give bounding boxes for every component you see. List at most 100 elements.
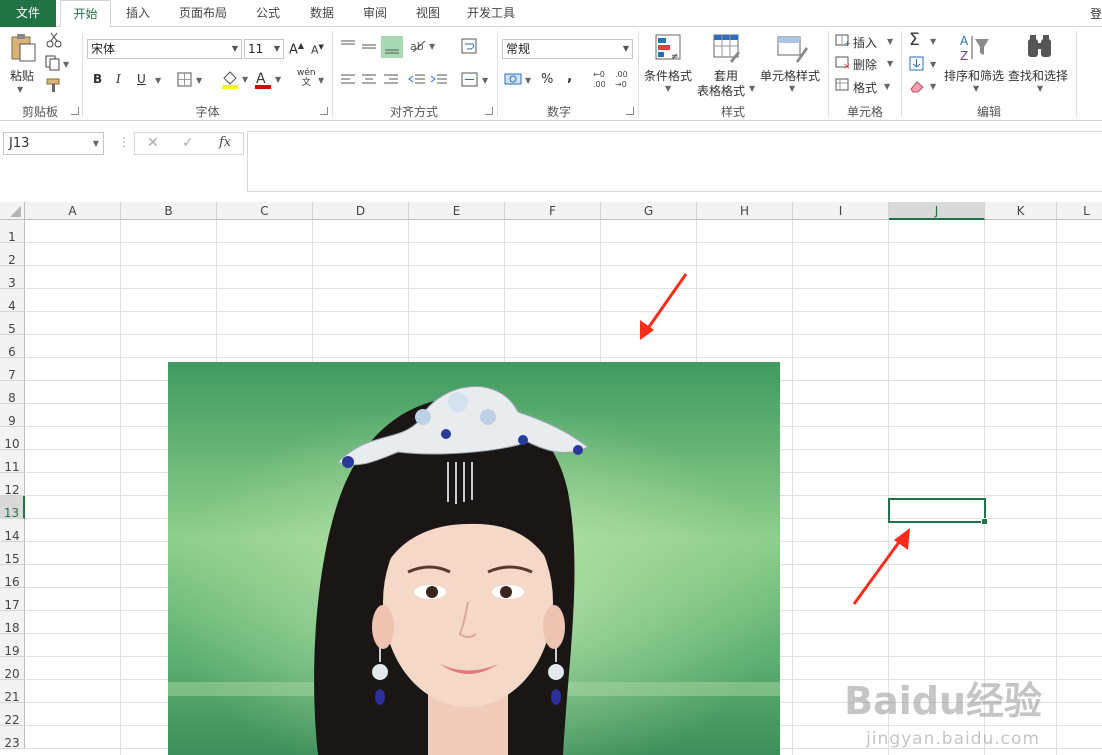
insert-cells-icon[interactable]: + (835, 34, 851, 51)
row-header-3[interactable]: 3 (0, 266, 25, 290)
column-header-a[interactable]: A (25, 202, 121, 220)
row-header-12[interactable]: 12 (0, 473, 25, 497)
delete-cells-dropdown-icon[interactable]: ▼ (887, 59, 893, 68)
format-as-table-dropdown-icon[interactable]: ▼ (749, 84, 755, 93)
selected-cell-j13[interactable] (888, 498, 988, 525)
row-header-10[interactable]: 10 (0, 427, 25, 451)
row-header-22[interactable]: 22 (0, 703, 25, 727)
format-as-table-icon[interactable] (712, 33, 742, 66)
row-header-19[interactable]: 19 (0, 634, 25, 658)
number-format-select[interactable]: 常规 ▼ (502, 39, 633, 59)
font-size-select[interactable]: 11 ▼ (244, 39, 284, 59)
font-launcher-icon[interactable] (320, 107, 328, 115)
insert-function-icon[interactable]: fx (219, 135, 231, 150)
delete-cells-label[interactable]: 删除 (853, 56, 877, 73)
italic-button[interactable]: I (116, 72, 121, 86)
find-select-dropdown-icon[interactable]: ▼ (1037, 84, 1043, 93)
bold-button[interactable]: B (93, 72, 102, 86)
increase-indent-icon[interactable] (430, 72, 448, 91)
tab-insert[interactable]: 插入 (114, 0, 162, 27)
increase-decimal-icon[interactable]: ←0.00 (592, 69, 612, 92)
row-header-11[interactable]: 11 (0, 450, 25, 474)
row-header-5[interactable]: 5 (0, 312, 25, 336)
sort-filter-label[interactable]: 排序和筛选 (944, 67, 1004, 84)
column-header-b[interactable]: B (121, 202, 217, 220)
row-header-9[interactable]: 9 (0, 404, 25, 428)
percent-style-button[interactable]: % (541, 72, 553, 87)
find-select-label[interactable]: 查找和选择 (1008, 67, 1068, 84)
tab-page-layout[interactable]: 页面布局 (170, 0, 236, 27)
decrease-font-size-icon[interactable]: A▼ (311, 43, 324, 57)
tab-developer[interactable]: 开发工具 (458, 0, 524, 27)
cell-styles-dropdown-icon[interactable]: ▼ (789, 84, 795, 93)
format-cells-dropdown-icon[interactable]: ▼ (884, 82, 890, 91)
column-header-k[interactable]: K (985, 202, 1057, 220)
tab-review[interactable]: 审阅 (351, 0, 399, 27)
autosum-icon[interactable]: Σ (909, 30, 920, 50)
delete-cells-icon[interactable]: × (835, 56, 851, 73)
row-header-8[interactable]: 8 (0, 381, 25, 405)
tab-file[interactable]: 文件 (0, 0, 56, 27)
tab-formulas[interactable]: 公式 (244, 0, 292, 27)
underline-button[interactable]: U (137, 72, 146, 86)
row-header-1[interactable]: 1 (0, 220, 25, 244)
column-header-h[interactable]: H (697, 202, 793, 220)
tab-home[interactable]: 开始 (60, 0, 111, 28)
row-header-17[interactable]: 17 (0, 588, 25, 612)
phonetic-dropdown-icon[interactable]: ▼ (318, 76, 324, 85)
find-select-icon[interactable] (1025, 33, 1055, 66)
column-header-d[interactable]: D (313, 202, 409, 220)
font-color-icon[interactable]: A ▼ (253, 69, 283, 92)
column-header-f[interactable]: F (505, 202, 601, 220)
column-header-g[interactable]: G (601, 202, 697, 220)
conditional-formatting-icon[interactable]: ≠ (654, 33, 684, 66)
format-painter-icon[interactable] (45, 77, 63, 96)
row-header-6[interactable]: 6 (0, 335, 25, 359)
row-header-14[interactable]: 14 (0, 519, 25, 543)
sort-filter-dropdown-icon[interactable]: ▼ (973, 84, 979, 93)
wrap-text-icon[interactable] (461, 38, 479, 59)
fill-color-icon[interactable]: ▼ (220, 69, 250, 92)
increase-font-size-icon[interactable]: A▲ (289, 41, 304, 57)
insert-cells-dropdown-icon[interactable]: ▼ (887, 37, 893, 46)
select-all-button[interactable] (0, 202, 25, 220)
cut-icon[interactable] (46, 32, 62, 51)
clear-icon[interactable] (909, 79, 925, 96)
paste-dropdown-icon[interactable]: ▼ (17, 85, 23, 94)
format-as-table-label-2[interactable]: 表格格式 (697, 82, 745, 99)
tab-view[interactable]: 视图 (404, 0, 452, 27)
orientation-icon[interactable]: ab ▼ (409, 38, 437, 57)
align-right-icon[interactable] (383, 72, 399, 91)
format-cells-label[interactable]: 格式 (853, 79, 877, 96)
fill-dropdown-icon[interactable]: ▼ (930, 60, 936, 69)
row-header-18[interactable]: 18 (0, 611, 25, 635)
cell-styles-label[interactable]: 单元格样式 (760, 67, 820, 84)
autosum-dropdown-icon[interactable]: ▼ (930, 37, 936, 46)
font-name-select[interactable]: 宋体 ▼ (87, 39, 242, 59)
tab-data[interactable]: 数据 (298, 0, 346, 27)
copy-icon[interactable]: ▼ (45, 55, 71, 74)
accounting-format-icon[interactable]: ▼ (504, 71, 534, 92)
formula-bar-grip-icon[interactable]: ⋮ (118, 135, 130, 149)
enter-icon[interactable]: ✓ (182, 135, 194, 151)
format-cells-icon[interactable] (835, 78, 851, 95)
merge-center-icon[interactable]: ▼ (461, 72, 491, 91)
row-header-15[interactable]: 15 (0, 542, 25, 566)
fill-icon[interactable] (909, 56, 925, 75)
name-box[interactable]: J13 ▼ (3, 132, 104, 155)
paste-button-label[interactable]: 粘贴 (10, 67, 34, 84)
decrease-decimal-icon[interactable]: .00 →0 (614, 69, 634, 92)
borders-icon[interactable]: ▼ (177, 72, 205, 91)
phonetic-guide-icon[interactable]: wén 文 (297, 68, 316, 88)
align-center-icon[interactable] (361, 72, 377, 91)
clipboard-launcher-icon[interactable] (71, 107, 79, 115)
formula-input[interactable] (247, 131, 1102, 192)
underline-dropdown-icon[interactable]: ▼ (155, 76, 161, 85)
insert-cells-label[interactable]: 插入 (853, 34, 877, 51)
row-header-16[interactable]: 16 (0, 565, 25, 589)
paste-icon[interactable] (9, 33, 37, 66)
sign-in-link[interactable]: 登 (1090, 5, 1102, 22)
cell-styles-icon[interactable] (776, 33, 808, 66)
align-middle-icon[interactable] (361, 38, 377, 57)
cancel-icon[interactable]: ✕ (147, 135, 159, 151)
